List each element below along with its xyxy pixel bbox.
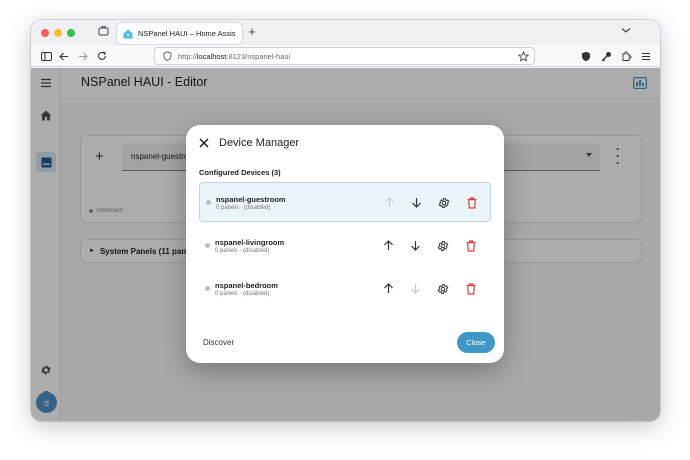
device-subtitle: 0 panels · (disabled) (216, 205, 271, 211)
gear-icon (438, 197, 449, 208)
minimize-window-button[interactable] (54, 29, 62, 37)
device-manager-dialog: Device Manager Configured Devices (3) ns… (186, 125, 504, 363)
close-window-button[interactable] (41, 29, 49, 37)
menu-icon[interactable] (639, 49, 653, 63)
reload-icon[interactable] (95, 49, 109, 63)
discover-button[interactable]: Discover (203, 338, 234, 347)
tab-overview-icon[interactable] (97, 26, 109, 38)
gear-icon (437, 283, 448, 294)
status-dot (205, 243, 210, 248)
delete-button[interactable] (464, 282, 477, 295)
browser-tab[interactable]: NSPanel HAUI – Home Assistant (117, 23, 242, 44)
settings-button[interactable] (437, 196, 450, 209)
move-up-button[interactable] (382, 282, 395, 295)
arrow-up-icon (385, 197, 394, 207)
trash-icon (466, 282, 475, 295)
url-host: localhost (196, 51, 227, 61)
arrow-down-icon (412, 198, 421, 208)
tab-strip: NSPanel HAUI – Home Assistant + (31, 20, 660, 45)
close-icon[interactable] (198, 137, 210, 149)
chevron-down-icon[interactable] (619, 25, 633, 39)
settings-button[interactable] (436, 282, 449, 295)
back-icon[interactable] (57, 49, 71, 63)
device-name: nspanel-guestroom (216, 195, 286, 204)
move-up-button[interactable] (382, 239, 395, 252)
sidebar-icon[interactable] (39, 49, 53, 63)
url-scheme: http:// (178, 51, 197, 61)
move-up-button[interactable] (383, 196, 396, 209)
home-assistant-app: d NSPanel HAUI - Editor + nspanel-guestr… (31, 68, 660, 421)
shield-icon[interactable] (163, 51, 172, 61)
gear-icon (437, 240, 448, 251)
device-row[interactable]: nspanel-bedroom 0 panels · (disabled) (199, 269, 491, 309)
delete-button[interactable] (465, 196, 478, 209)
status-dot (205, 286, 210, 291)
key-icon[interactable] (599, 49, 613, 63)
configured-devices-label: Configured Devices (3) (199, 168, 281, 177)
device-name: nspanel-livingroom (215, 238, 285, 247)
dialog-title: Device Manager (219, 137, 300, 149)
settings-button[interactable] (436, 239, 449, 252)
browser-window: NSPanel HAUI – Home Assistant + http://l… (31, 20, 660, 421)
arrow-up-icon (384, 240, 393, 250)
arrow-down-icon (411, 284, 420, 294)
forward-icon[interactable] (76, 49, 90, 63)
home-assistant-favicon (123, 29, 133, 38)
move-down-button[interactable] (409, 282, 422, 295)
tab-title: NSPanel HAUI – Home Assistant (138, 29, 236, 38)
navigation-toolbar: http://localhost:8123/nspanel-haui (31, 45, 660, 67)
url-text: http://localhost:8123/nspanel-haui (178, 52, 290, 61)
address-bar[interactable]: http://localhost:8123/nspanel-haui (154, 47, 535, 65)
move-down-button[interactable] (409, 239, 422, 252)
url-path: :8123/nspanel-haui (226, 51, 291, 61)
status-dot (206, 200, 211, 205)
arrow-down-icon (411, 241, 420, 251)
close-button[interactable]: Close (457, 332, 495, 353)
extensions-icon[interactable] (619, 49, 633, 63)
shield-icon[interactable] (579, 49, 593, 63)
delete-button[interactable] (464, 239, 477, 252)
bookmark-star-icon[interactable] (516, 49, 530, 63)
new-tab-button[interactable]: + (245, 24, 259, 40)
device-subtitle: 0 panels · (disabled) (215, 291, 270, 297)
device-row[interactable]: nspanel-guestroom 0 panels · (disabled) (199, 182, 491, 222)
device-name: nspanel-bedroom (215, 281, 278, 290)
maximize-window-button[interactable] (67, 29, 75, 37)
device-subtitle: 0 panels · (disabled) (215, 248, 270, 254)
arrow-up-icon (384, 283, 393, 293)
trash-icon (466, 239, 475, 252)
trash-icon (467, 196, 476, 209)
move-down-button[interactable] (410, 196, 423, 209)
device-row[interactable]: nspanel-livingroom 0 panels · (disabled) (199, 226, 491, 266)
